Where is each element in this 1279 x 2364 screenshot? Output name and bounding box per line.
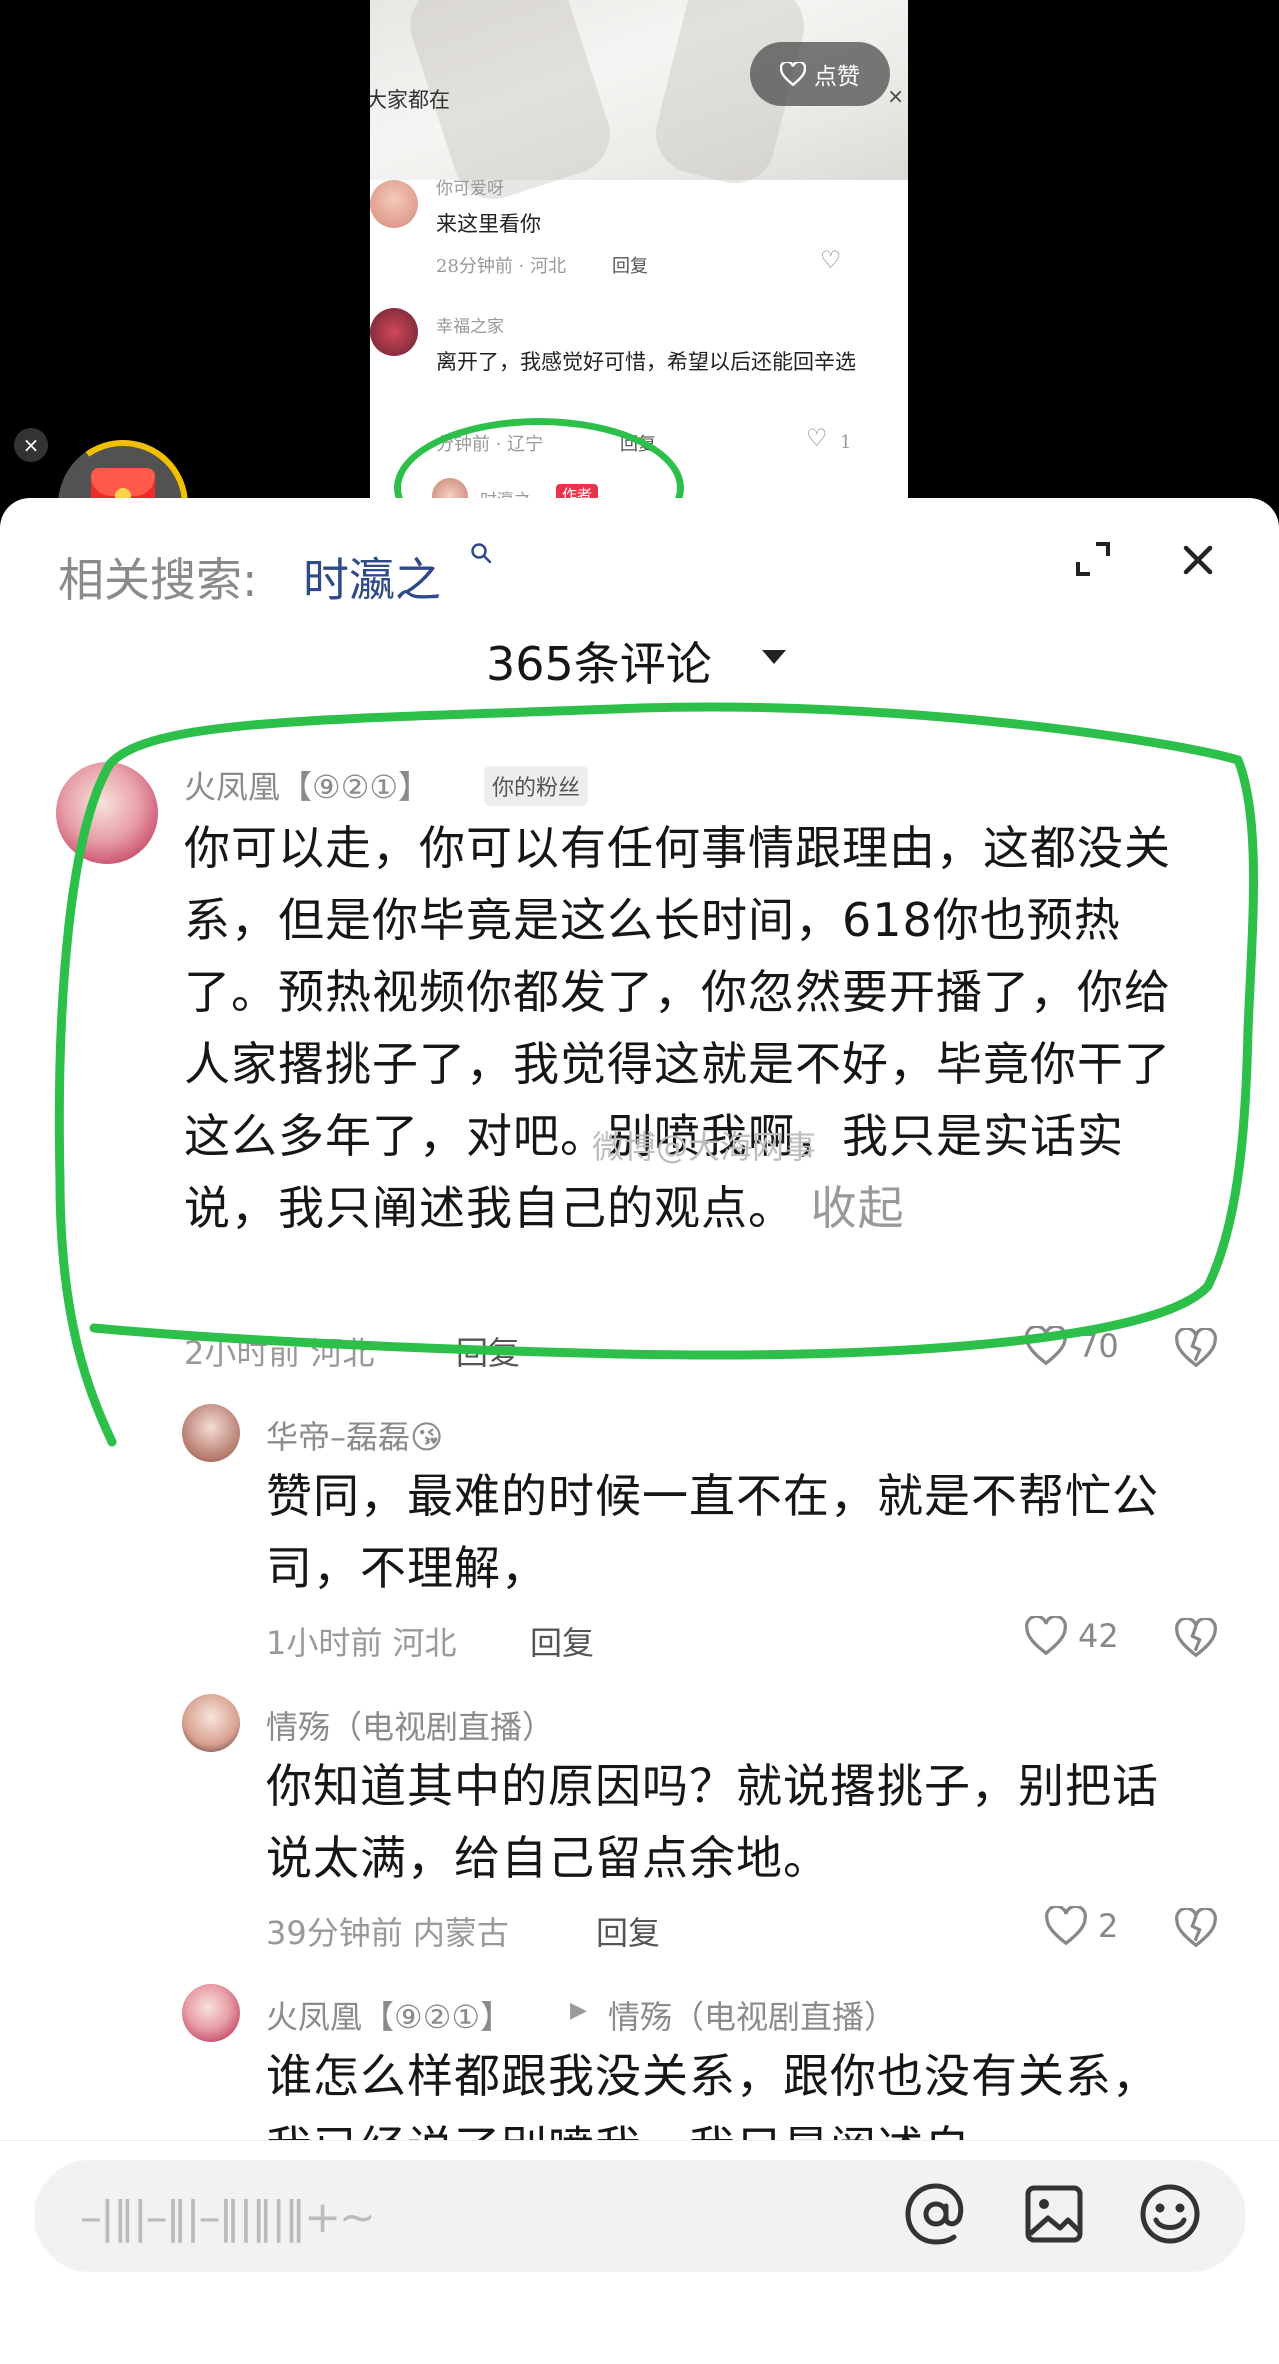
video-comment-name: 幸福之家 [436,317,504,337]
collapse-link[interactable]: 收起 [811,1181,905,1235]
at-icon[interactable] [902,2180,970,2248]
video-comment-likes: 1 [840,432,852,453]
comment-text: 你知道其中的原因吗？就说撂挑子，别把话说太满，给自己留点余地。 [266,1759,1159,1885]
comment-username[interactable]: 火凤凰【⑨②①】 [184,762,430,808]
comment-body: 你可以走，你可以有任何事情跟理由，这都没关系，但是你毕竟是这么长时间，618你也… [184,821,1171,1235]
like-count[interactable]: 2 [1044,1906,1118,1946]
video-comment-text: 离开了，我感觉好可惜，希望以后还能回辛选 [436,350,856,374]
video-comment-text: 来这里看你 [436,212,541,236]
video-comment-meta: 28分钟前 · 河北 [436,256,567,277]
like-number: 2 [1098,1907,1119,1945]
comment-input-text[interactable]: –|‖|–‖|–‖|‖|‖+~ [80,2192,376,2243]
video-comment-reply[interactable]: 回复 [612,252,648,278]
emoji-icon[interactable] [1136,2180,1204,2248]
chevron-down-icon[interactable] [762,650,786,664]
like-number: 70 [1078,1327,1119,1365]
comment-meta: 2小时前 河北 [184,1334,375,1372]
like-label: 点赞 [814,64,860,90]
close-icon[interactable] [1178,540,1218,580]
video-comment-name: 你可爱呀 [436,179,504,199]
comment-text: 谁怎么样都跟我没关系，跟你也没有关系，我已经说了别喷我，我只是阐述自 [266,2049,1159,2140]
ticker-close-icon[interactable]: × [887,84,904,108]
heart-icon [1045,1906,1087,1946]
dislike-icon[interactable] [1174,1618,1218,1658]
avatar [370,180,418,228]
avatar[interactable] [182,1404,240,1462]
image-icon[interactable] [1020,2180,1088,2248]
reply-button[interactable]: 回复 [596,1908,660,1954]
avatar[interactable] [182,1984,240,2042]
dislike-icon[interactable] [1174,1328,1218,1368]
expand-icon[interactable] [1074,540,1112,578]
heart-icon [780,62,806,86]
like-number: 42 [1078,1617,1119,1655]
heart-icon [1025,1326,1067,1366]
reply-to-username[interactable]: 情殇（电视剧直播） [608,1992,896,2038]
comment-text: 赞同，最难的时候一直不在，就是不帮忙公司，不理解， [266,1469,1159,1595]
avatar[interactable] [56,762,158,864]
comment-username[interactable]: 火凤凰【⑨②①】 [266,1992,512,2038]
related-search-link[interactable]: 时瀛之 [303,544,441,610]
like-count[interactable]: 42 [1024,1616,1119,1656]
like-count[interactable]: 70 [1024,1326,1119,1366]
comment-meta: 39分钟前 内蒙古 [266,1914,509,1952]
floating-close-icon[interactable]: × [14,428,48,462]
comment-meta: 1小时前 河北 [266,1624,457,1662]
reply-button[interactable]: 回复 [456,1328,520,1374]
like-button[interactable]: 点赞 [750,42,890,106]
video-preview[interactable]: 点赞 大家都在 × 你可爱呀 来这里看你 28分钟前 · 河北 回复 ♡ 幸福之… [370,0,908,498]
reply-arrow-icon: ▶ [570,1998,587,2023]
watermark: 微博@大海网事 [592,1128,817,1166]
avatar [370,308,418,356]
search-icon [471,543,492,564]
video-ticker: 大家都在 [370,88,450,112]
reply-button[interactable]: 回复 [530,1618,594,1664]
comment-count[interactable]: 365条评论 [486,628,712,694]
heart-icon [1025,1616,1067,1656]
heart-icon[interactable]: ♡ [806,424,828,452]
comment-username[interactable]: 华帝–磊磊😘 [266,1412,443,1458]
dislike-icon[interactable] [1174,1908,1218,1948]
avatar[interactable] [182,1694,240,1752]
comment-text: 你可以走，你可以有任何事情跟理由，这都没关系，但是你毕竟是这么长时间，618你也… [184,812,1214,1244]
comment-username[interactable]: 情殇（电视剧直播） [266,1702,554,1748]
related-search-label: 相关搜索: [58,553,258,607]
fan-badge: 你的粉丝 [484,766,589,806]
heart-icon[interactable]: ♡ [820,246,842,274]
